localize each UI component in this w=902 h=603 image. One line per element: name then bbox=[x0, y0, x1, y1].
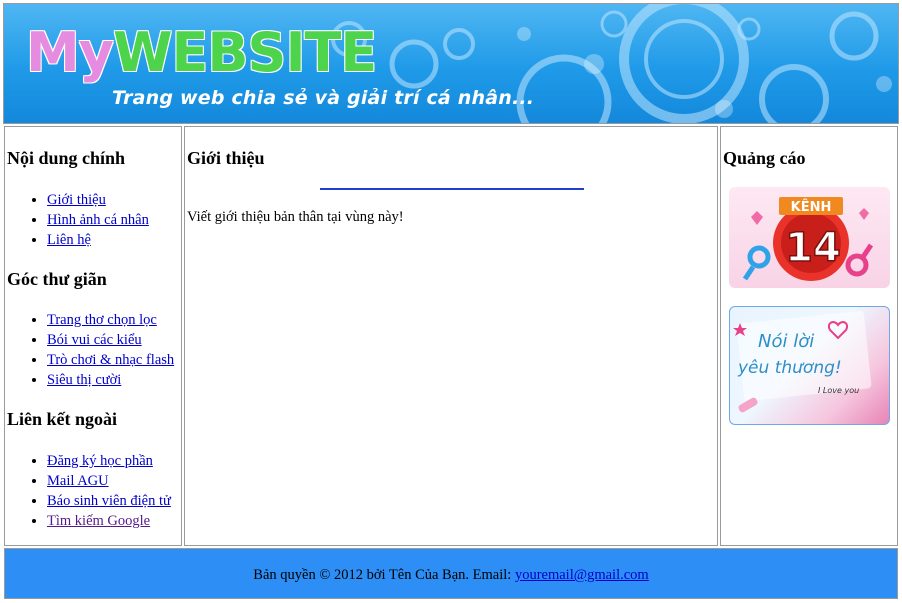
site-header: MyWEBSITE Trang web chia sẻ và giải trí … bbox=[3, 3, 899, 124]
copyright-line: Bản quyền © 2012 bởi Tên Của Bạn. Email:… bbox=[5, 567, 897, 584]
ad1-top-text: KÊNH bbox=[791, 199, 832, 215]
external-links-menu: Đăng ký học phần Mail AGU Báo sinh viên … bbox=[5, 451, 171, 531]
list-item: Trang thơ chọn lọc bbox=[47, 310, 174, 330]
list-item: Siêu thị cười bbox=[47, 370, 174, 390]
ad2-line2: yêu thương! bbox=[737, 358, 842, 378]
title-divider bbox=[320, 188, 584, 190]
link-mail-agu[interactable]: Mail AGU bbox=[47, 473, 109, 489]
ad1-number-text: 14 bbox=[785, 225, 841, 271]
female-symbol-icon bbox=[845, 243, 874, 277]
logo-my: My bbox=[26, 21, 114, 84]
main-title: Giới thiệu bbox=[187, 148, 265, 168]
list-item: Bói vui các kiểu bbox=[47, 330, 174, 350]
list-item: Đăng ký học phần bbox=[47, 451, 171, 471]
male-symbol-icon bbox=[742, 245, 771, 281]
site-logo[interactable]: MyWEBSITE bbox=[26, 26, 377, 80]
ads-title: Quảng cáo bbox=[723, 148, 806, 168]
list-item: Tìm kiếm Google bbox=[47, 511, 171, 531]
main-content: Giới thiệu Viết giới thiệu bản thân tại … bbox=[184, 126, 718, 546]
main-content-menu: Giới thiệu Hình ảnh cá nhân Liên hệ bbox=[5, 190, 149, 250]
footer-email-link[interactable]: youremail@gmail.com bbox=[515, 567, 649, 583]
link-personal-photos[interactable]: Hình ảnh cá nhân bbox=[47, 212, 149, 228]
section-title-main-content: Nội dung chính bbox=[7, 148, 126, 168]
site-slogan: Trang web chia sẻ và giải trí cá nhân... bbox=[112, 87, 535, 109]
link-google-search[interactable]: Tìm kiếm Google bbox=[47, 513, 150, 529]
logo-website: WEBSITE bbox=[112, 21, 377, 84]
link-contact[interactable]: Liên hệ bbox=[47, 232, 91, 248]
love-message-image: Nói lời yêu thương! I Love you bbox=[733, 310, 872, 413]
kenh14-logo-image: KÊNH 14 bbox=[742, 197, 874, 281]
section-title-external-links: Liên kết ngoài bbox=[7, 409, 118, 429]
ad2-sign: I Love you bbox=[818, 386, 859, 395]
list-item: Báo sinh viên điện tử bbox=[47, 491, 171, 511]
intro-text: Viết giới thiệu bản thân tại vùng này! bbox=[187, 209, 404, 225]
list-item: Trò chơi & nhạc flash bbox=[47, 350, 174, 370]
link-introduction[interactable]: Giới thiệu bbox=[47, 192, 106, 208]
ad-banner-kenh14[interactable]: KÊNH 14 bbox=[729, 187, 890, 288]
right-sidebar: Quảng cáo KÊNH 14 Nói lời yêu thương! I … bbox=[720, 126, 898, 546]
link-poems[interactable]: Trang thơ chọn lọc bbox=[47, 312, 157, 328]
list-item: Giới thiệu bbox=[47, 190, 149, 210]
left-sidebar: Nội dung chính Giới thiệu Hình ảnh cá nh… bbox=[4, 126, 182, 546]
section-title-relax: Góc thư giãn bbox=[7, 269, 107, 289]
copyright-text: Bản quyền © 2012 bởi Tên Của Bạn. Email: bbox=[253, 567, 515, 583]
ad-banner-love-message[interactable]: Nói lời yêu thương! I Love you bbox=[729, 306, 890, 425]
link-games-music[interactable]: Trò chơi & nhạc flash bbox=[47, 352, 174, 368]
link-fortune[interactable]: Bói vui các kiểu bbox=[47, 332, 142, 348]
ad2-line1: Nói lời bbox=[758, 331, 814, 352]
relax-menu: Trang thơ chọn lọc Bói vui các kiểu Trò … bbox=[5, 310, 174, 390]
site-footer: Bản quyền © 2012 bởi Tên Của Bạn. Email:… bbox=[4, 548, 898, 599]
link-humor[interactable]: Siêu thị cười bbox=[47, 372, 121, 388]
link-course-registration[interactable]: Đăng ký học phần bbox=[47, 453, 153, 469]
heart-icon bbox=[859, 208, 869, 220]
list-item: Mail AGU bbox=[47, 471, 171, 491]
list-item: Liên hệ bbox=[47, 230, 149, 250]
list-item: Hình ảnh cá nhân bbox=[47, 210, 149, 230]
link-student-news[interactable]: Báo sinh viên điện tử bbox=[47, 493, 171, 509]
heart-icon bbox=[751, 211, 763, 225]
